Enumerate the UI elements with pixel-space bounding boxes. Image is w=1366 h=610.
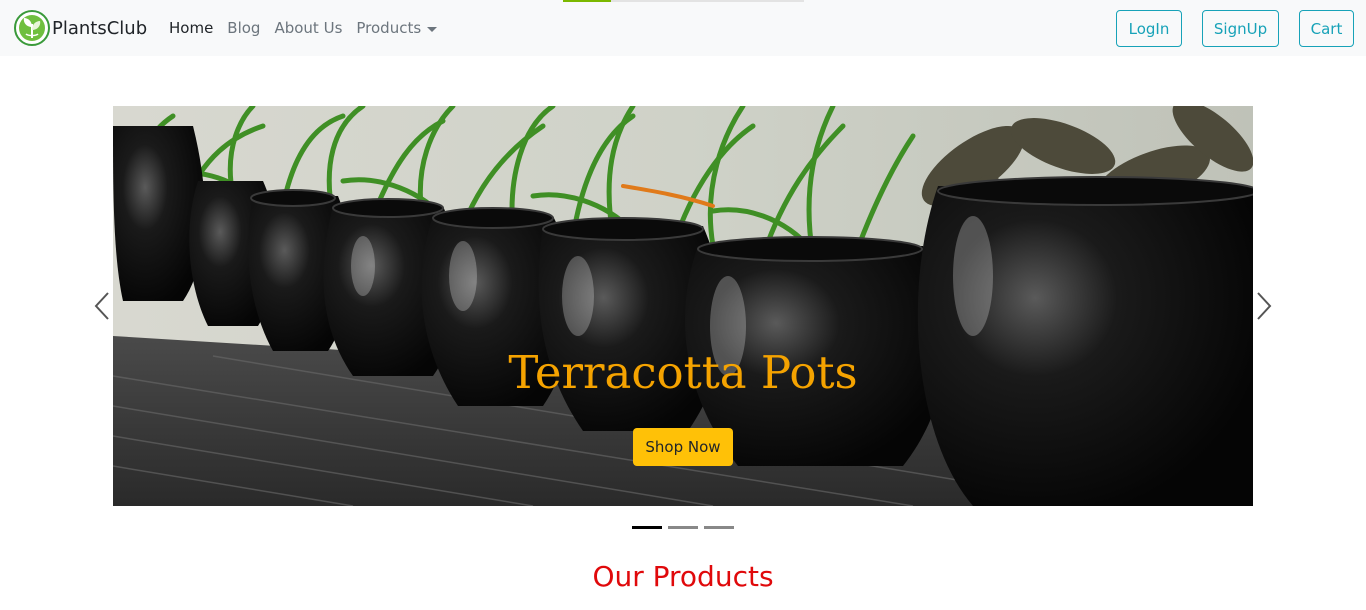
brand-link[interactable]: PlantsClub [14,9,147,47]
signup-button[interactable]: SignUp [1202,10,1279,47]
nav-links: Home Blog About Us Products [162,0,444,56]
carousel-caption-title: Terracotta Pots [508,346,858,399]
carousel-indicator[interactable] [704,526,734,529]
page-load-progress-bar [563,0,804,2]
nav-link-products-label: Products [356,19,422,37]
nav-link-about-us[interactable]: About Us [267,19,349,37]
carousel-indicators [632,526,740,529]
carousel-next-icon[interactable] [1252,290,1276,322]
hero-carousel: Terracotta Pots Shop Now [113,106,1253,506]
brand-name: PlantsClub [52,17,148,39]
cart-button[interactable]: Cart [1299,10,1354,47]
carousel-indicator[interactable] [668,526,698,529]
nav-link-blog[interactable]: Blog [220,19,267,37]
carousel-prev-icon[interactable] [90,290,114,322]
navbar: PlantsClub Home Blog About Us Products L… [0,0,1366,56]
nav-link-products[interactable]: Products [349,19,444,37]
chevron-down-icon [427,26,438,32]
nav-link-home[interactable]: Home [162,19,220,37]
shop-now-button[interactable]: Shop Now [633,428,733,466]
section-title: Our Products [592,560,774,593]
progress-fill [563,0,612,2]
carousel-indicator[interactable] [632,526,662,529]
login-button[interactable]: LogIn [1116,10,1182,47]
plant-logo-icon [14,10,50,46]
